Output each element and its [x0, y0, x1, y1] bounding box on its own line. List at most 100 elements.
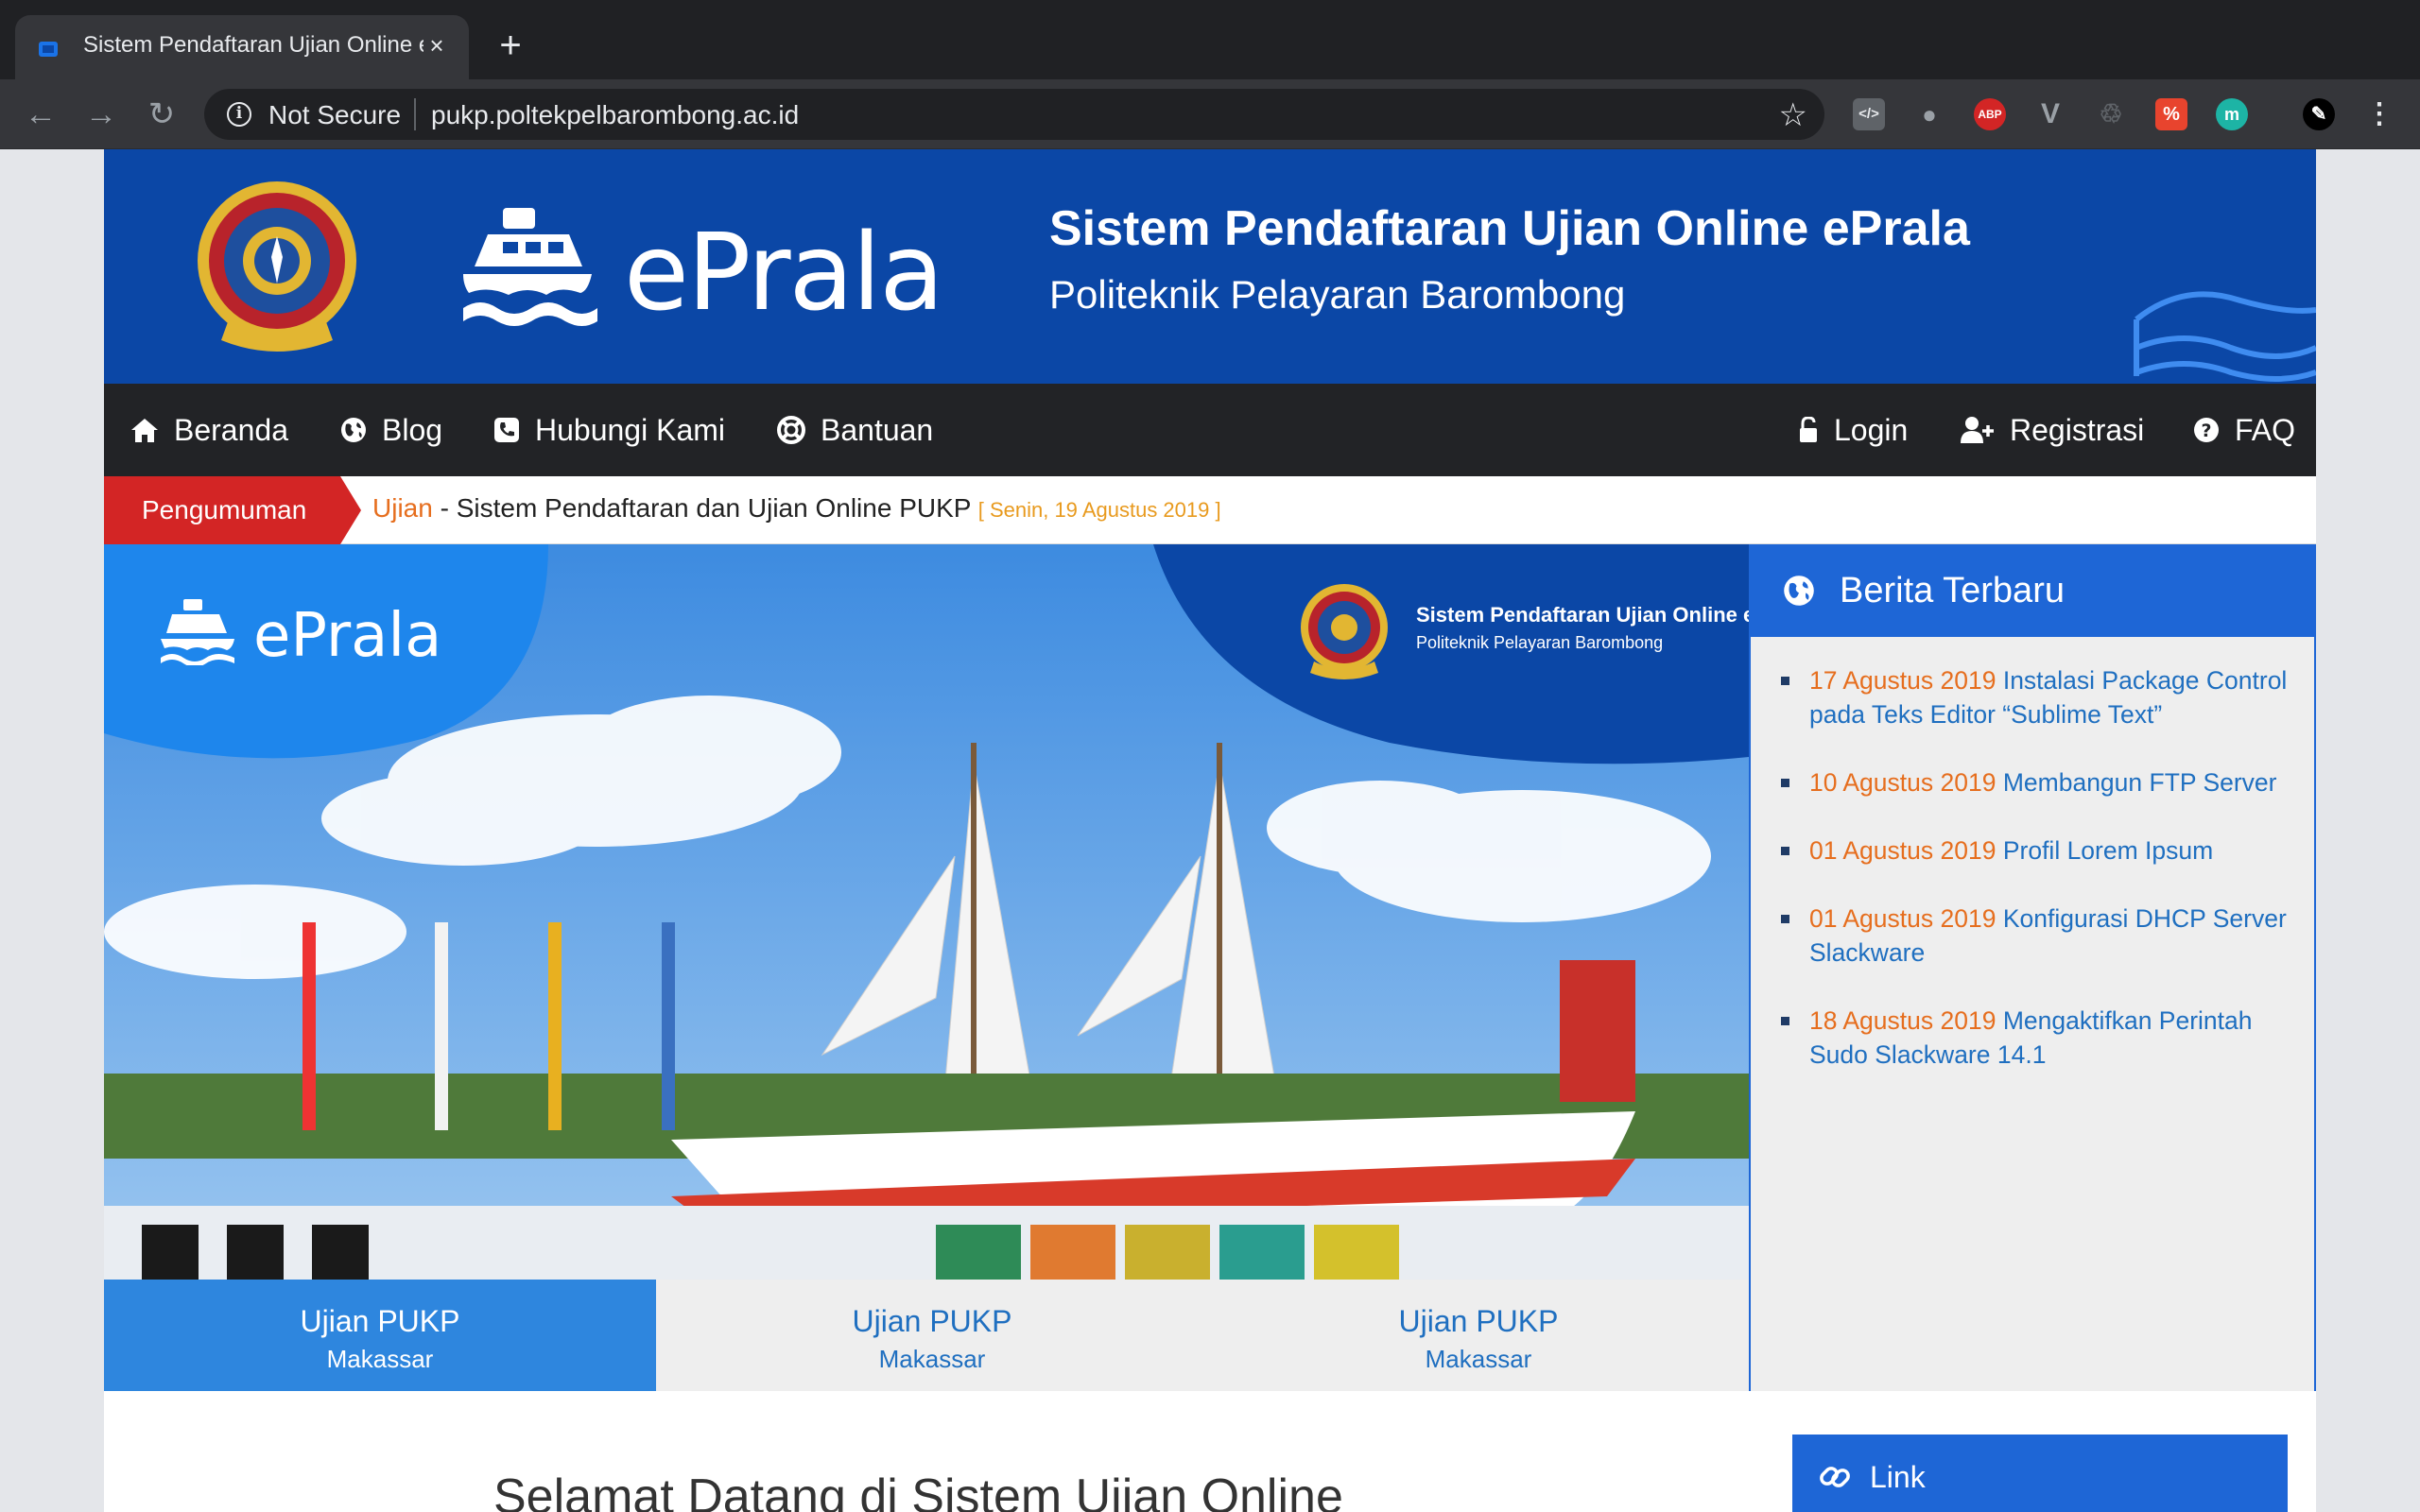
announcement-text[interactable]: Sistem Pendaftaran dan Ujian Online PUKP [457, 493, 971, 523]
news-item[interactable]: 01 Agustus 2019 Profil Lorem Ipsum [1781, 833, 2291, 868]
nav-label: Beranda [174, 412, 288, 447]
site-header: ePrala Sistem Pendaftaran Ujian Online e… [104, 149, 2316, 384]
brand-name: ePrala [624, 212, 944, 335]
announcement-link[interactable]: Ujian - Sistem Pendaftaran dan Ujian Onl… [372, 493, 1221, 524]
profile-avatar-icon[interactable]: ✎ [2303, 98, 2335, 130]
nav-label: Blog [382, 412, 443, 447]
adblock-extension-icon[interactable]: ABP [1974, 98, 2006, 130]
news-title-link[interactable]: Membangun FTP Server [2003, 768, 2277, 797]
slider-tab-title: Ujian PUKP [300, 1304, 460, 1338]
nav-label: Bantuan [821, 412, 934, 447]
tab-title: Sistem Pendaftaran Ujian Online ePrala [83, 32, 424, 58]
svg-text:?: ? [2201, 421, 2211, 441]
browser-tab[interactable]: Sistem Pendaftaran Ujian Online ePrala × [15, 15, 469, 79]
user-plus-icon [1961, 417, 1994, 443]
reload-icon[interactable]: ↻ [142, 94, 182, 134]
vimium-extension-icon[interactable]: V [2034, 98, 2066, 130]
slider-tab-2[interactable]: Ujian PUKP Makassar [656, 1280, 1208, 1391]
slider-tab-1[interactable]: Ujian PUKP Makassar [104, 1280, 656, 1391]
close-tab-icon[interactable]: × [420, 28, 454, 62]
globe-icon [341, 418, 366, 442]
announcement-category[interactable]: Ujian [372, 493, 433, 523]
news-list: 17 Agustus 2019 Instalasi Package Contro… [1781, 663, 2291, 1106]
latest-news-panel: Berita Terbaru 17 Agustus 2019 Instalasi… [1749, 544, 2316, 1391]
m-extension-icon[interactable]: m [2216, 98, 2248, 130]
announcement-date: [ Senin, 19 Agustus 2019 ] [977, 498, 1221, 522]
news-title-link[interactable]: Profil Lorem Ipsum [2003, 836, 2213, 865]
welcome-heading: Selamat Datang di Sistem Ujian Online [493, 1469, 1343, 1512]
home-icon [131, 419, 158, 442]
hero-slider[interactable]: ePrala Sistem Pendaftaran Ujian Online e… [104, 544, 1749, 1280]
nav-beranda[interactable]: Beranda [130, 384, 288, 476]
address-bar[interactable]: i Not Secure pukp.poltekpelbarombong.ac.… [204, 89, 1824, 140]
bookmark-star-icon[interactable]: ☆ [1779, 96, 1807, 134]
nav-registrasi[interactable]: Registrasi [1961, 384, 2144, 476]
url-text[interactable]: pukp.poltekpelbarombong.ac.id [431, 100, 799, 130]
announcement-ticker: Pengumuman Ujian - Sistem Pendaftaran da… [104, 476, 2316, 544]
lifebuoy-icon [777, 416, 805, 444]
menu-kebab-icon[interactable]: ⋮ [2363, 98, 2395, 130]
hero-ship-logo-icon [161, 599, 234, 665]
news-date[interactable]: 18 Agustus 2019 [1809, 1006, 1996, 1035]
nav-blog[interactable]: Blog [340, 384, 442, 476]
nav-bantuan[interactable]: Bantuan [777, 384, 933, 476]
news-date[interactable]: 01 Agustus 2019 [1809, 904, 1996, 933]
institution-seal-logo[interactable] [191, 178, 363, 357]
forward-icon[interactable]: → [81, 94, 121, 134]
hero-title: Sistem Pendaftaran Ujian Online ePrala [1416, 603, 1749, 627]
news-item[interactable]: 01 Agustus 2019 Konfigurasi DHCP Server … [1781, 902, 2291, 970]
wave-decoration-icon [2134, 291, 2316, 382]
announcement-separator: - [432, 493, 457, 523]
news-date[interactable]: 01 Agustus 2019 [1809, 836, 1996, 865]
new-tab-icon[interactable]: + [492, 26, 529, 64]
main-navbar: Beranda Blog Hubungi Kami Bantuan Login … [104, 384, 2316, 476]
web-page: ePrala Sistem Pendaftaran Ujian Online e… [104, 149, 2316, 1512]
browser-toolbar: ← → ↻ i Not Secure pukp.poltekpelbarombo… [0, 79, 2420, 149]
hero-seal-logo [1301, 584, 1388, 679]
news-item[interactable]: 17 Agustus 2019 Instalasi Package Contro… [1781, 663, 2291, 731]
slider-tab-subtitle: Makassar [878, 1345, 986, 1373]
news-date[interactable]: 17 Agustus 2019 [1809, 666, 1996, 695]
omnibox-divider [414, 98, 416, 130]
globe-icon [1784, 576, 1814, 606]
link-panel-header: Link [1792, 1435, 2288, 1512]
hero-subtitle: Politeknik Pelayaran Barombong [1416, 633, 1664, 652]
info-icon[interactable]: i [227, 102, 251, 127]
security-label[interactable]: Not Secure [268, 100, 401, 130]
slider-tab-subtitle: Makassar [326, 1345, 434, 1373]
slider-tab-subtitle: Makassar [1425, 1345, 1532, 1373]
recycle-extension-icon[interactable]: ♲ [2095, 98, 2127, 130]
nav-label: Registrasi [2010, 412, 2145, 447]
news-item[interactable]: 10 Agustus 2019 Membangun FTP Server [1781, 765, 2291, 799]
link-panel-title: Link [1870, 1460, 1926, 1494]
hero-brand-name: ePrala [253, 601, 442, 671]
percent-extension-icon[interactable]: % [2155, 98, 2187, 130]
slider-tabs: Ujian PUKP Makassar Ujian PUKP Makassar … [104, 1280, 1749, 1391]
nav-label: FAQ [2235, 412, 2296, 447]
latest-news-header: Berita Terbaru [1751, 544, 2316, 637]
slider-tab-3[interactable]: Ujian PUKP Makassar [1208, 1280, 1749, 1391]
link-icon [1820, 1467, 1850, 1487]
nav-hubungi-kami[interactable]: Hubungi Kami [493, 384, 725, 476]
news-item[interactable]: 18 Agustus 2019 Mengaktifkan Perintah Su… [1781, 1004, 2291, 1072]
news-date[interactable]: 10 Agustus 2019 [1809, 768, 1996, 797]
latest-news-title: Berita Terbaru [1840, 571, 2065, 610]
unlock-icon [1800, 417, 1817, 442]
nav-label: Hubungi Kami [535, 412, 725, 447]
announcement-label: Pengumuman [104, 476, 340, 544]
question-icon: ? [2194, 418, 2219, 442]
nav-label: Login [1834, 412, 1909, 447]
back-icon[interactable]: ← [21, 94, 60, 134]
slider-tab-title: Ujian PUKP [1398, 1304, 1559, 1338]
browser-tab-strip: Sistem Pendaftaran Ujian Online ePrala ×… [0, 0, 2420, 79]
slider-tab-title: Ujian PUKP [852, 1304, 1012, 1338]
ticker-arrow [340, 476, 361, 544]
camera-extension-icon[interactable]: ● [1913, 98, 1945, 130]
header-title: Sistem Pendaftaran Ujian Online ePrala [1049, 201, 1970, 256]
favicon-icon [39, 42, 58, 57]
phone-icon [494, 418, 519, 442]
code-extension-icon[interactable]: </> [1853, 98, 1885, 130]
nav-login[interactable]: Login [1798, 384, 1908, 476]
nav-faq[interactable]: ? FAQ [2193, 384, 2295, 476]
header-subtitle: Politeknik Pelayaran Barombong [1049, 272, 1626, 317]
